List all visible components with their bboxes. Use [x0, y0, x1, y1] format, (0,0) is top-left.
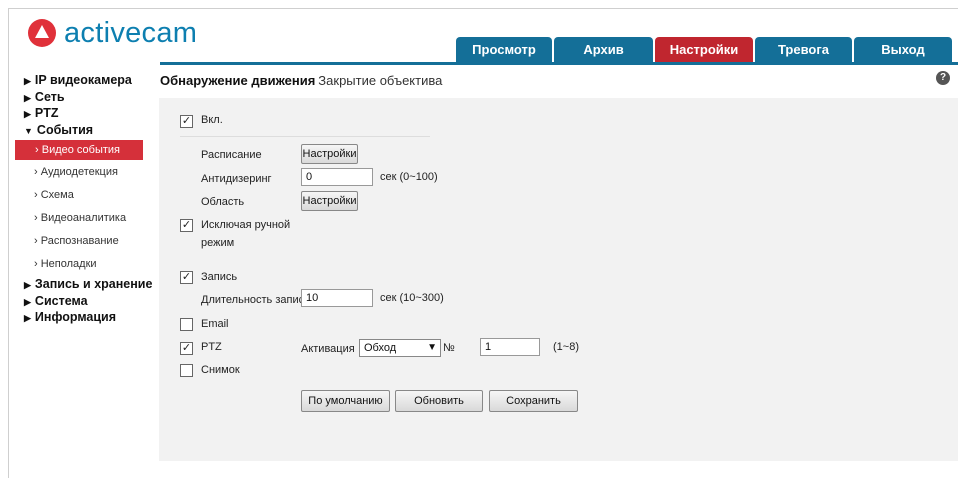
subtab-motion-detection[interactable]: Обнаружение движения: [160, 73, 315, 88]
tabs-underline: [160, 62, 958, 65]
triangle-down-icon: ▼: [24, 125, 33, 136]
record-duration-input[interactable]: 10: [301, 289, 373, 307]
activation-value: Обход: [364, 342, 397, 354]
manual-mode-label-2: режим: [201, 237, 235, 249]
chevron-right-icon: ›: [34, 235, 38, 247]
triangle-right-icon: ▶: [24, 76, 31, 86]
save-button[interactable]: Сохранить: [489, 390, 578, 412]
area-settings-button[interactable]: Настройки: [301, 191, 358, 211]
tab-settings[interactable]: Настройки: [655, 37, 753, 62]
record-checkbox[interactable]: ✓: [180, 271, 193, 284]
sidebar-item-events[interactable]: ▼ События: [24, 122, 159, 139]
sidebar-item-system[interactable]: ▶ Система: [24, 293, 159, 310]
sidebar-item-ip-camera[interactable]: ▶ IP видеокамера: [24, 72, 159, 89]
sidebar-item-recording-storage[interactable]: ▶ Запись и хранение: [24, 276, 159, 293]
activation-label: Активация: [301, 343, 355, 355]
enable-label: Вкл.: [201, 114, 223, 126]
sidebar-subitem-audio-detection[interactable]: › Аудиодетекция: [24, 161, 159, 184]
antidither-input[interactable]: 0: [301, 168, 373, 186]
triangle-right-icon: ▶: [24, 296, 31, 307]
top-tabs: Просмотр Архив Настройки Тревога Выход: [456, 37, 954, 62]
manual-mode-label: Исключая ручной: [201, 219, 291, 231]
number-input[interactable]: 1: [480, 338, 540, 356]
brand-name: activecam: [64, 17, 198, 49]
tab-alarm[interactable]: Тревога: [755, 37, 852, 62]
sidebar-subitem-video-analytics[interactable]: › Видеоаналитика: [24, 207, 159, 230]
chevron-right-icon: ›: [34, 212, 38, 224]
record-duration-label: Длительность записи: [201, 294, 311, 306]
area-label: Область: [201, 196, 245, 208]
triangle-right-icon: ▶: [24, 313, 31, 323]
sidebar: ▶ IP видеокамера ▶ Сеть ▶ PTZ ▼ События › Ви…: [15, 72, 159, 326]
record-label: Запись: [201, 271, 238, 283]
divider: [180, 136, 430, 137]
record-duration-hint: сек (10~300): [380, 292, 444, 304]
number-label: №: [443, 342, 455, 354]
sidebar-subitem-recognition[interactable]: › Распознавание: [24, 230, 159, 253]
default-button[interactable]: По умолчанию: [301, 390, 390, 412]
sidebar-subitem-scheme[interactable]: › Схема: [24, 184, 159, 207]
chevron-right-icon: ›: [34, 258, 38, 270]
sidebar-subitem-video-events[interactable]: › Видео события: [15, 140, 143, 160]
sidebar-subitem-faults[interactable]: › Неполадки: [24, 253, 159, 276]
tab-view[interactable]: Просмотр: [456, 37, 552, 62]
email-checkbox[interactable]: [180, 318, 193, 331]
schedule-label: Расписание: [201, 149, 262, 161]
triangle-right-icon: ▶: [24, 280, 31, 290]
number-hint: (1~8): [553, 341, 579, 353]
help-icon[interactable]: ?: [936, 71, 950, 85]
snapshot-checkbox[interactable]: [180, 364, 193, 377]
tab-logout[interactable]: Выход: [854, 37, 952, 62]
antidither-label: Антидизеринг: [201, 173, 272, 185]
activation-select[interactable]: Обход ▼: [359, 339, 441, 357]
antidither-hint: сек (0~100): [380, 171, 438, 183]
chevron-right-icon: ›: [34, 166, 38, 178]
enable-checkbox[interactable]: ✓: [180, 115, 193, 128]
sidebar-item-ptz[interactable]: ▶ PTZ: [24, 105, 159, 122]
schedule-settings-button[interactable]: Настройки: [301, 144, 358, 164]
chevron-right-icon: ›: [35, 144, 39, 156]
email-label: Email: [201, 318, 229, 330]
logo-icon: [28, 19, 56, 47]
ptz-checkbox[interactable]: ✓: [180, 342, 193, 355]
snapshot-label: Снимок: [201, 364, 240, 376]
brand-logo: activecam: [28, 18, 197, 48]
sidebar-item-information[interactable]: ▶ Информация: [24, 309, 159, 326]
subtab-lens-cover[interactable]: Закрытие объектива: [318, 73, 442, 88]
refresh-button[interactable]: Обновить: [395, 390, 483, 412]
chevron-right-icon: ›: [34, 189, 38, 201]
ptz-label: PTZ: [201, 341, 222, 353]
sidebar-item-network[interactable]: ▶ Сеть: [24, 89, 159, 106]
sub-tabs: Обнаружение движения Закрытие объектива: [160, 73, 442, 88]
triangle-right-icon: ▶: [24, 92, 31, 103]
tab-archive[interactable]: Архив: [554, 37, 653, 62]
triangle-right-icon: ▶: [24, 109, 31, 119]
manual-mode-checkbox[interactable]: ✓: [180, 219, 193, 232]
chevron-down-icon: ▼: [427, 342, 437, 353]
